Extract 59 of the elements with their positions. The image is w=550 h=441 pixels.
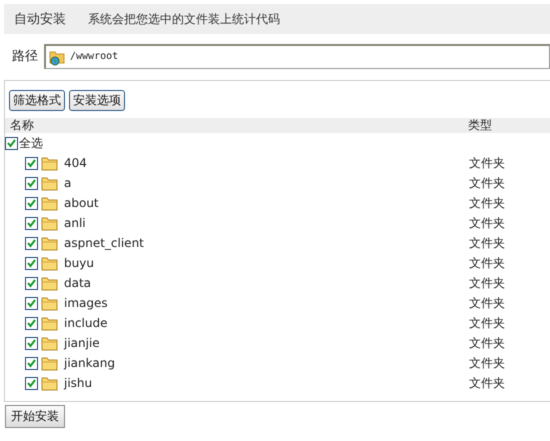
file-name: 404 [64,156,87,170]
file-name: jishu [64,376,92,390]
file-type: 文件夹 [469,194,505,212]
file-type: 文件夹 [469,174,505,192]
checkbox[interactable] [25,356,38,370]
file-type: 文件夹 [469,294,505,312]
checkbox[interactable] [25,296,38,310]
file-name: images [64,296,108,310]
folder-icon [41,256,58,270]
path-label: 路径 [12,48,38,65]
file-name: jiankang [64,356,115,370]
folder-icon [41,296,58,310]
page-title: 自动安装 [14,11,66,28]
file-type: 文件夹 [469,234,505,252]
folder-icon [41,216,58,230]
folder-icon [41,376,58,390]
toolbar-button[interactable]: 筛选格式 [9,90,65,111]
folder-icon [41,156,58,170]
file-type: 文件夹 [469,314,505,332]
folder-icon [41,196,58,210]
column-header: 名称 [9,117,35,134]
checkbox[interactable] [25,216,38,230]
file-name: buyu [64,256,94,270]
column-header: 类型 [468,117,492,134]
checkbox[interactable] [25,236,38,250]
checkbox[interactable] [25,276,38,290]
file-name: about [64,196,99,210]
page-description: 系统会把您选中的文件装上统计代码 [88,10,280,28]
toolbar-button[interactable]: 安装选项 [69,90,125,111]
file-type: 文件夹 [469,374,505,392]
checkbox[interactable] [25,196,38,210]
file-type: 文件夹 [469,334,505,352]
checkbox[interactable] [5,136,18,150]
folder-icon [41,356,58,370]
checkbox[interactable] [25,176,38,190]
select-all-label: 全选 [19,134,43,152]
path-field[interactable]: /wwwroot [44,44,550,68]
folder-icon [41,316,58,330]
folder-icon [41,336,58,350]
checkbox[interactable] [25,336,38,350]
start-button[interactable]: 开始安装 [5,405,65,428]
folder-icon [41,276,58,290]
file-type: 文件夹 [469,214,505,232]
file-type: 文件夹 [469,154,505,172]
checkbox[interactable] [25,156,38,170]
folder-icon [41,176,58,190]
file-name: jianjie [64,336,100,350]
file-type: 文件夹 [469,354,505,372]
file-name: data [64,276,92,290]
file-name: anli [64,216,86,230]
file-name: include [64,316,108,330]
checkbox[interactable] [25,256,38,270]
checkbox[interactable] [25,376,38,390]
checkbox[interactable] [25,316,38,330]
file-name: a [64,176,72,190]
file-name: aspnet_client [64,236,144,250]
file-type: 文件夹 [469,254,505,272]
folder-icon [41,236,58,250]
file-type: 文件夹 [469,274,505,292]
